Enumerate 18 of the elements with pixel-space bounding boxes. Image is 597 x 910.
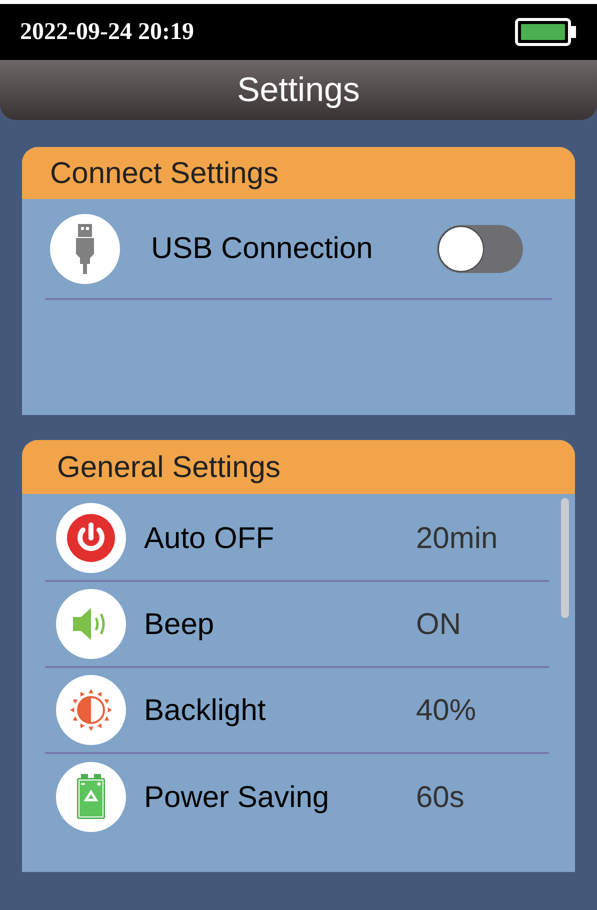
setting-label: Power Saving — [144, 780, 330, 816]
setting-value: 40% — [416, 692, 476, 728]
usb-plug-icon — [75, 224, 95, 274]
setting-label: Auto OFF — [144, 520, 276, 556]
date-time: 2022-09-24 20:19 — [20, 18, 194, 47]
setting-label: Beep — [144, 606, 216, 642]
setting-value: ON — [416, 606, 461, 642]
setting-label: Backlight — [144, 692, 267, 728]
setting-value: 20min — [416, 520, 498, 556]
battery-icon — [515, 18, 577, 46]
page-title: Settings — [237, 70, 360, 110]
toggle-switch[interactable] — [437, 224, 523, 272]
section-title: General Settings — [57, 450, 280, 486]
setting-label: USB Connection — [151, 231, 374, 267]
power-icon — [66, 513, 116, 563]
battery-recycle-icon — [76, 774, 106, 820]
setting-value: 60s — [416, 780, 464, 816]
section-title: Connect Settings — [50, 156, 278, 192]
